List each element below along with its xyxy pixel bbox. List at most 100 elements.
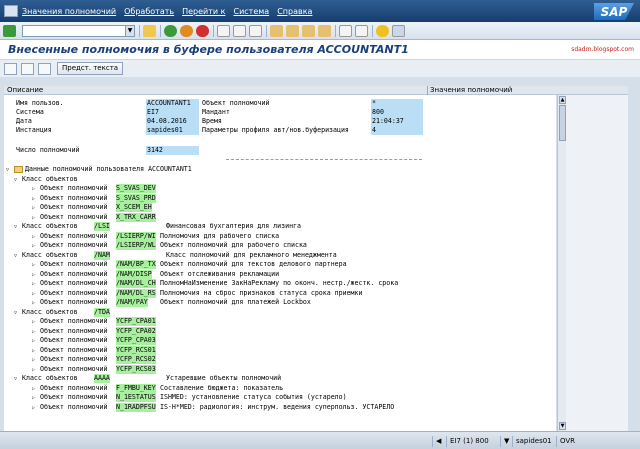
display-icon[interactable]: [4, 62, 17, 75]
authorization-count-value: 3142: [146, 146, 199, 155]
print-icon[interactable]: [217, 24, 230, 37]
save-icon[interactable]: [143, 24, 156, 37]
tree-object-node[interactable]: ▷ Объект полномочий /NAM/DISP Объект отсл…: [32, 269, 279, 279]
menu-item-edit[interactable]: Обработать: [124, 7, 174, 16]
tree-object-node[interactable]: ▷ Объект полномочий /LSIERP/WI Полномочия…: [32, 231, 279, 241]
tree-object-node[interactable]: ▷ Объект полномочий YCFP_RCS03: [32, 364, 156, 374]
tree-object-node[interactable]: ▷ Объект полномочий X_TRX_CARR: [32, 212, 156, 222]
last-page-icon[interactable]: [318, 24, 331, 37]
tree-object-node[interactable]: ▷ Объект полномочий YCFP_CPA01: [32, 317, 156, 326]
tree-object-node[interactable]: ▷ Объект полномочий YCFP_CPA03: [32, 336, 156, 345]
standard-toolbar: ▼: [0, 22, 640, 40]
vertical-scrollbar[interactable]: ▲ ▼: [557, 95, 566, 431]
expand-down-icon[interactable]: ▽: [14, 375, 22, 384]
expand-down-icon[interactable]: ▽: [14, 252, 22, 261]
expand-down-icon[interactable]: ▽: [14, 309, 22, 318]
class-label: Класс объектов: [22, 307, 78, 316]
object-code: X_SCEM_EH: [116, 203, 152, 212]
tree-class-node[interactable]: ▽ Класс объектов AAAA Устаревшие объекты …: [14, 374, 281, 384]
tree-class-node[interactable]: ▽ Класс объектов /LSI Финансовая бухгалте…: [14, 222, 301, 232]
header-field-value: EI7: [146, 108, 199, 117]
class-label: Класс объектов: [22, 250, 78, 259]
object-code: /LSIERP/WI: [116, 231, 156, 241]
object-label: Объект полномочий: [40, 231, 108, 240]
object-code: S_SVAS_DEV: [116, 184, 156, 193]
menu-item-goto[interactable]: Перейти к: [182, 7, 225, 16]
object-code: /NAM/DL_RS: [116, 288, 156, 298]
object-label: Объект полномочий: [40, 326, 108, 335]
tree-object-node[interactable]: ▷ Объект полномочий /LSIERP/WL Объект пол…: [32, 241, 307, 250]
details-icon[interactable]: [21, 62, 34, 75]
tree-class-node[interactable]: ▽ Класс объектов /NAM Класс полномочий дл…: [14, 250, 337, 261]
scroll-down-icon[interactable]: ▼: [559, 422, 566, 430]
object-label: Объект полномочий: [40, 345, 108, 354]
command-field[interactable]: [22, 24, 126, 37]
next-page-icon[interactable]: [302, 24, 315, 37]
enter-icon[interactable]: [3, 24, 16, 37]
display-text-button[interactable]: Предст. текста: [57, 62, 124, 75]
find-next-icon[interactable]: [249, 24, 262, 37]
object-code: YCFP_CPA03: [116, 336, 156, 345]
tree-object-node[interactable]: ▷ Объект полномочий /NAM/DL_CH ПолномНаИз…: [32, 279, 398, 288]
column-divider[interactable]: [427, 86, 428, 95]
expand-down-icon[interactable]: ▽: [14, 223, 22, 232]
class-label: Класс объектов: [22, 374, 78, 382]
object-label: Объект полномочий: [40, 317, 108, 325]
cancel-icon[interactable]: [196, 24, 209, 37]
expand-down-icon[interactable]: ▽: [14, 176, 22, 185]
object-label: Объект полномочий: [40, 402, 108, 411]
tree-object-node[interactable]: ▷ Объект полномочий /NAM/DL_RS Полномочия…: [32, 288, 362, 298]
menu-item-system[interactable]: Система: [233, 7, 269, 16]
scroll-up-icon[interactable]: ▲: [559, 96, 566, 104]
object-description: Объект полномочий для текстов делового п…: [160, 260, 347, 268]
tree-object-node[interactable]: ▷ Объект полномочий S_SVAS_PRD: [32, 193, 156, 203]
header-field-label: Время: [202, 117, 222, 125]
command-dropdown-icon[interactable]: ▼: [126, 24, 135, 37]
page-title: Внесенные полномочия в буфере пользовате…: [8, 43, 409, 56]
help-icon[interactable]: [376, 24, 389, 37]
object-label: Объект полномочий: [40, 279, 108, 287]
previous-page-icon[interactable]: [286, 24, 299, 37]
class-label: Класс объектов: [22, 174, 78, 183]
tree-object-node[interactable]: ▷ Объект полномочий YCFP_CPA02: [32, 326, 156, 336]
find-icon[interactable]: [233, 24, 246, 37]
toolbar-separator: [160, 24, 161, 37]
tree-object-node[interactable]: ▷ Объект полномочий /NAM/PAY Объект полно…: [32, 298, 311, 307]
object-label: Объект полномочий: [40, 298, 108, 306]
header-field-label: Мандант: [202, 108, 230, 116]
object-code: F_FMBU_KEY: [116, 383, 156, 393]
new-session-icon[interactable]: [339, 24, 352, 37]
tree-object-node[interactable]: ▷ Объект полномочий X_SCEM_EH: [32, 203, 152, 212]
tree-root[interactable]: ▽ Данные полномочий пользователя ACCOUNTA…: [6, 165, 192, 174]
back-icon[interactable]: [164, 24, 177, 37]
window-menu-icon[interactable]: [4, 5, 18, 17]
status-triangle-icon[interactable]: ◀: [432, 436, 444, 447]
tree-object-node[interactable]: ▷ Объект полномочий S_SVAS_DEV: [32, 184, 156, 193]
first-page-icon[interactable]: [270, 24, 283, 37]
status-dropdown-icon[interactable]: ▼: [500, 436, 512, 447]
menu-item-help[interactable]: Справка: [277, 7, 312, 16]
object-description: Полномочия для рабочего списка: [160, 231, 280, 240]
object-code: YCFP_RCS03: [116, 364, 156, 374]
scroll-thumb[interactable]: [559, 105, 566, 141]
customize-layout-icon[interactable]: [392, 24, 405, 37]
tree-class-node[interactable]: ▽ Класс объектов: [14, 175, 78, 184]
shortcut-icon[interactable]: [355, 24, 368, 37]
tree-object-node[interactable]: ▷ Объект полномочий N_1ESTATUS ISHMED: ус…: [32, 393, 347, 402]
exit-icon[interactable]: [180, 24, 193, 37]
expand-right-icon[interactable]: ▷: [32, 404, 40, 413]
tree-object-node[interactable]: ▷ Объект полномочий F_FMBU_KEY Составлени…: [32, 383, 283, 393]
class-code: /TDA: [94, 307, 110, 317]
status-system[interactable]: EI7 (1) 800: [446, 436, 492, 447]
object-description: Объект полномочий для платежей Lockbox: [160, 298, 311, 306]
tree-object-node[interactable]: ▷ Объект полномочий N_1RADPFSU IS-H*MED: …: [32, 402, 394, 413]
object-code: /NAM/DL_CH: [116, 279, 156, 288]
tree-object-node[interactable]: ▷ Объект полномочий /NAM/BP_TX Объект пол…: [32, 260, 347, 269]
tree-object-node[interactable]: ▷ Объект полномочий YCFP_RCS02: [32, 355, 156, 364]
tree-object-node[interactable]: ▷ Объект полномочий YCFP_RCS01: [32, 345, 156, 355]
tree-class-node[interactable]: ▽ Класс объектов /TDA: [14, 307, 110, 318]
menu-item-authorization-values[interactable]: Значения полномочий: [22, 7, 116, 16]
select-icon[interactable]: [38, 62, 51, 75]
header-field-label: Дата: [16, 117, 32, 125]
expand-down-icon[interactable]: ▽: [6, 166, 14, 175]
